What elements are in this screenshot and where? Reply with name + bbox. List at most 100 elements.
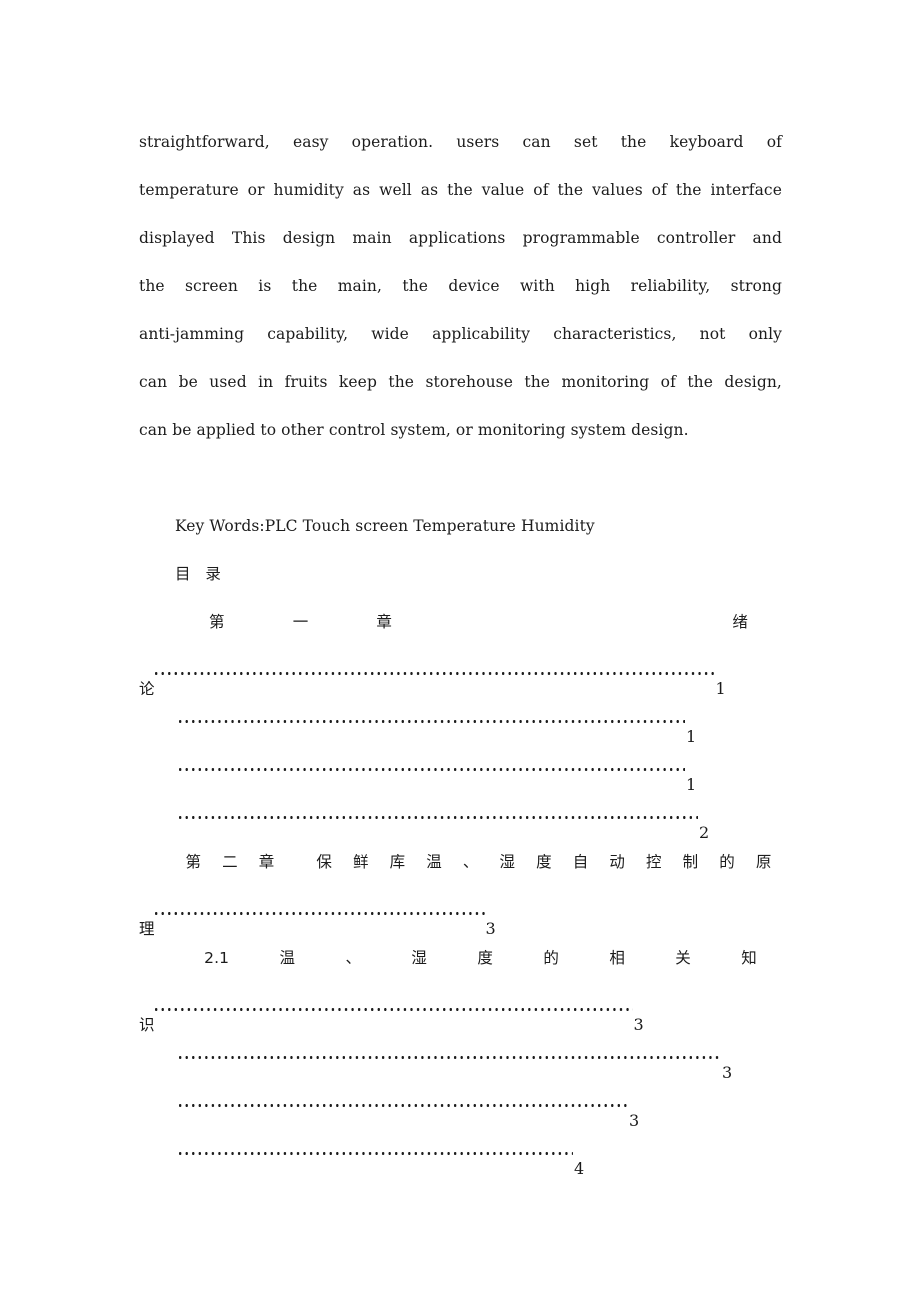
toc-heading: 目 录 <box>175 565 226 583</box>
heading-char <box>494 598 562 646</box>
heading-char: 2.1 <box>204 949 230 967</box>
word: used <box>209 373 247 391</box>
word: reliability, <box>630 277 711 295</box>
word: the <box>557 181 584 199</box>
word: applications <box>408 229 506 247</box>
word: be <box>178 373 198 391</box>
word: can <box>139 373 168 391</box>
word: applicability <box>432 325 531 343</box>
word: of <box>533 181 549 199</box>
heading-char: 一 <box>292 613 309 631</box>
toc-entry-label: 论 <box>139 680 155 698</box>
toc-entry-section-2-1[interactable]: 识 3 <box>139 982 782 1034</box>
toc-entry-chapter-1[interactable]: 论 1 <box>139 646 782 698</box>
heading-char: 湿 <box>499 853 516 871</box>
word: interface <box>710 181 782 199</box>
abstract-line-3: displayed This design main applications … <box>139 214 782 262</box>
heading-char: 动 <box>609 853 625 871</box>
word: is <box>258 277 272 295</box>
dot-leader <box>179 694 685 742</box>
word: of <box>660 373 676 391</box>
word: set <box>573 133 598 151</box>
toc-entry-blank-5[interactable]: 3 <box>139 1078 782 1130</box>
document-body: straightforward, easy operation. users c… <box>139 118 782 1178</box>
word: the <box>675 181 702 199</box>
word: the <box>447 181 473 199</box>
word: the <box>687 373 714 391</box>
heading-char <box>562 598 630 646</box>
heading-char <box>426 598 494 646</box>
toc-entry-chapter-2-heading: 第 二 章 保 鲜 库 温 、 湿 度 自 动 控 制 的 原 <box>139 838 782 886</box>
toc-entry-chapter-2[interactable]: 理 3 <box>139 886 782 938</box>
word: programmable <box>522 229 640 247</box>
word: storehouse <box>425 373 513 391</box>
word: wide <box>371 325 409 343</box>
toc-page-number: 3 <box>629 1111 640 1130</box>
heading-char: 绪 <box>732 613 749 631</box>
heading-char: 温 <box>279 949 296 967</box>
word: the <box>524 373 551 391</box>
word: easy <box>292 133 329 151</box>
word: or <box>247 181 265 199</box>
abstract-line-1: straightforward, easy operation. users c… <box>139 118 782 166</box>
word: the <box>620 133 647 151</box>
toc-page-number: 1 <box>715 679 726 698</box>
heading-char: 的 <box>543 949 559 967</box>
word: of <box>651 181 667 199</box>
word: high <box>575 277 611 295</box>
word: as <box>420 181 439 199</box>
word: fruits <box>284 373 328 391</box>
heading-char: 度 <box>477 949 493 967</box>
word: keep <box>338 373 377 391</box>
heading-char: 二 <box>222 853 238 871</box>
heading-char: 温 <box>426 853 442 871</box>
dot-leader <box>179 790 698 838</box>
word: controller <box>656 229 736 247</box>
word: displayed <box>139 229 215 247</box>
abstract-line-5: anti-jamming capability, wide applicabil… <box>139 310 782 358</box>
toc-entry-blank-3[interactable]: 2 <box>139 790 782 842</box>
word: values <box>592 181 643 199</box>
word: value <box>481 181 525 199</box>
toc-entry-section-2-1-heading: 2.1 温 、 湿 度 的 相 关 知 <box>139 934 782 982</box>
word: in <box>258 373 274 391</box>
toc-entry-blank-6[interactable]: 4 <box>139 1126 782 1178</box>
word: temperature <box>139 181 239 199</box>
word: capability, <box>267 325 349 343</box>
word: screen <box>185 277 238 295</box>
heading-char: 知 <box>741 949 757 967</box>
dot-leader <box>179 1126 573 1174</box>
dot-leader <box>154 982 633 1030</box>
word: the <box>402 277 429 295</box>
heading-char: 章 <box>258 853 275 871</box>
word: design, <box>724 373 782 391</box>
word: humidity <box>273 181 344 199</box>
abstract-line-2: temperature or humidity as well as the v… <box>139 166 782 214</box>
heading-char: 制 <box>682 853 699 871</box>
toc-entry-blank-1[interactable]: 1 <box>139 694 782 746</box>
word: main <box>352 229 392 247</box>
heading-char: 的 <box>719 853 735 871</box>
word: the <box>139 277 165 295</box>
word: only <box>748 325 782 343</box>
word: anti-jamming <box>139 325 245 343</box>
dot-leader <box>179 1078 628 1126</box>
heading-char: 自 <box>572 853 589 871</box>
word: straightforward, <box>139 133 270 151</box>
heading-char: 湿 <box>411 949 428 967</box>
heading-char: 第 <box>209 613 225 631</box>
toc-page-number: 4 <box>574 1159 585 1178</box>
word: with <box>519 277 555 295</box>
heading-char: 鲜 <box>353 853 369 871</box>
heading-char: 度 <box>536 853 552 871</box>
dot-leader <box>179 742 685 790</box>
word: monitoring <box>561 373 650 391</box>
toc-entry-blank-4[interactable]: 3 <box>139 1030 782 1082</box>
keywords-line: Key Words:PLC Touch screen Temperature H… <box>175 517 595 535</box>
heading-char: 、 <box>345 949 362 967</box>
heading-char: 第 <box>185 853 202 871</box>
word: users <box>456 133 500 151</box>
document-page: straightforward, easy operation. users c… <box>0 0 920 1302</box>
